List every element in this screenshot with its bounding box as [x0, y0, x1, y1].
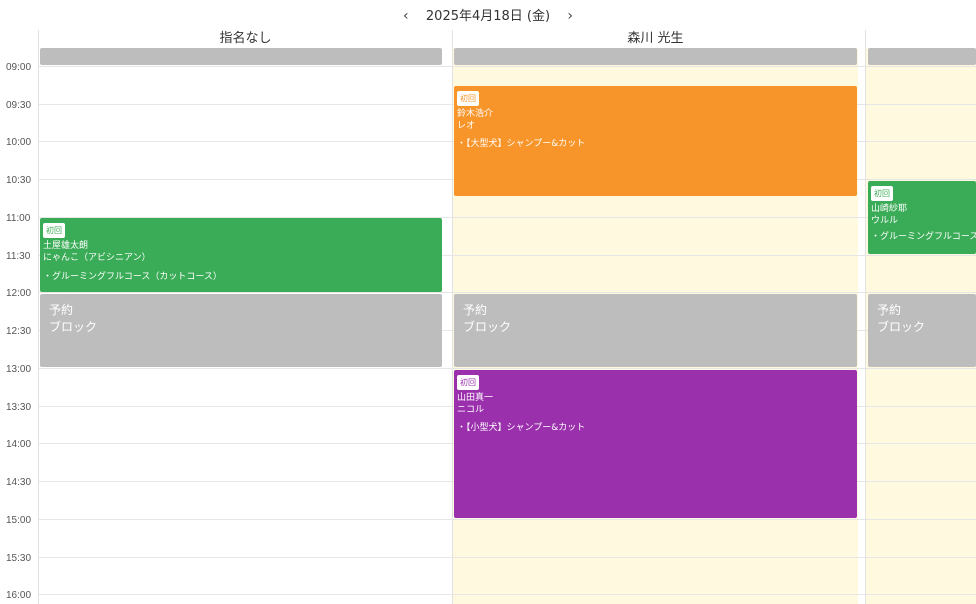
time-label: 13:00 — [6, 364, 32, 375]
time-label: 12:30 — [6, 326, 32, 337]
first-visit-badge: 初回 — [457, 91, 479, 106]
block-label-line2: ブロック — [877, 320, 926, 334]
service-name: ・グルーミングフルコース（カットコース） — [43, 272, 222, 282]
blocked-time-bar[interactable] — [868, 48, 976, 65]
column-divider — [452, 30, 453, 604]
customer-name: 山崎紗耶 — [871, 204, 908, 214]
grid-line — [38, 519, 976, 520]
block-label-line1: 予約 — [49, 303, 74, 317]
reservation-block[interactable]: 予約 ブロック — [868, 294, 976, 367]
time-label: 12:00 — [6, 288, 32, 299]
chevron-right-icon[interactable]: › — [560, 6, 580, 26]
pet-name: ニコル — [457, 405, 485, 415]
time-label: 10:30 — [6, 175, 32, 186]
time-label: 15:00 — [6, 515, 32, 526]
appointment-card[interactable]: 初回 鈴木浩介 レオ ・【大型犬】シャンプー&カット — [454, 86, 857, 196]
block-label-line1: 予約 — [877, 303, 902, 317]
chevron-left-icon[interactable]: ‹ — [396, 6, 416, 26]
appointment-card[interactable]: 初回 山田真一 ニコル ・【小型犬】シャンプー&カット — [454, 370, 857, 518]
block-label-line1: 予約 — [463, 303, 488, 317]
time-label: 09:00 — [6, 62, 32, 73]
grid-line — [38, 292, 976, 293]
current-date: 2025年4月18日 (金) — [425, 9, 551, 24]
block-label-line2: ブロック — [49, 320, 98, 334]
column-divider — [38, 30, 39, 604]
column-header-unassigned: 指名なし — [219, 31, 272, 46]
time-label: 14:00 — [6, 439, 32, 450]
blocked-time-bar[interactable] — [40, 48, 442, 65]
pet-name: ウルル — [871, 216, 899, 226]
service-name: ・【大型犬】シャンプー&カット — [457, 139, 586, 149]
time-label: 13:30 — [6, 402, 32, 413]
date-navigation: ‹ 2025年4月18日 (金) › — [0, 6, 976, 26]
time-label: 10:00 — [6, 137, 32, 148]
block-label-line2: ブロック — [463, 320, 512, 334]
reservation-block[interactable]: 予約 ブロック — [40, 294, 442, 367]
time-label: 16:00 — [6, 590, 32, 601]
customer-name: 山田真一 — [457, 393, 494, 403]
time-axis: 09:00 09:30 10:00 10:30 11:00 11:30 12:0… — [0, 0, 38, 604]
pet-name: にゃんこ（アビシニアン） — [43, 253, 151, 263]
reservation-block[interactable]: 予約 ブロック — [454, 294, 857, 367]
time-label: 09:30 — [6, 100, 32, 111]
appointment-card[interactable]: 初回 山崎紗耶 ウルル ・グルーミングフルコース — [868, 181, 976, 254]
time-label: 11:30 — [6, 251, 31, 262]
customer-name: 土屋雄太朗 — [43, 241, 89, 251]
blocked-time-bar[interactable] — [454, 48, 857, 65]
time-label: 14:30 — [6, 477, 32, 488]
grid-line — [38, 557, 976, 558]
service-name: ・【小型犬】シャンプー&カット — [457, 423, 586, 433]
customer-name: 鈴木浩介 — [457, 109, 494, 119]
first-visit-badge: 初回 — [871, 186, 893, 201]
time-label: 11:00 — [6, 213, 31, 224]
appointment-card[interactable]: 初回 土屋雄太朗 にゃんこ（アビシニアン） ・グルーミングフルコース（カットコー… — [40, 218, 442, 292]
service-name: ・グルーミングフルコース — [871, 232, 976, 242]
grid-line — [38, 368, 976, 369]
first-visit-badge: 初回 — [43, 223, 65, 238]
pet-name: レオ — [457, 121, 476, 131]
column-header-morikawa: 森川 光生 — [627, 31, 684, 46]
first-visit-badge: 初回 — [457, 375, 479, 390]
column-divider — [865, 30, 866, 604]
grid-line — [38, 66, 976, 67]
time-label: 15:30 — [6, 553, 32, 564]
column-header-third — [866, 30, 976, 48]
grid-line — [38, 594, 976, 595]
